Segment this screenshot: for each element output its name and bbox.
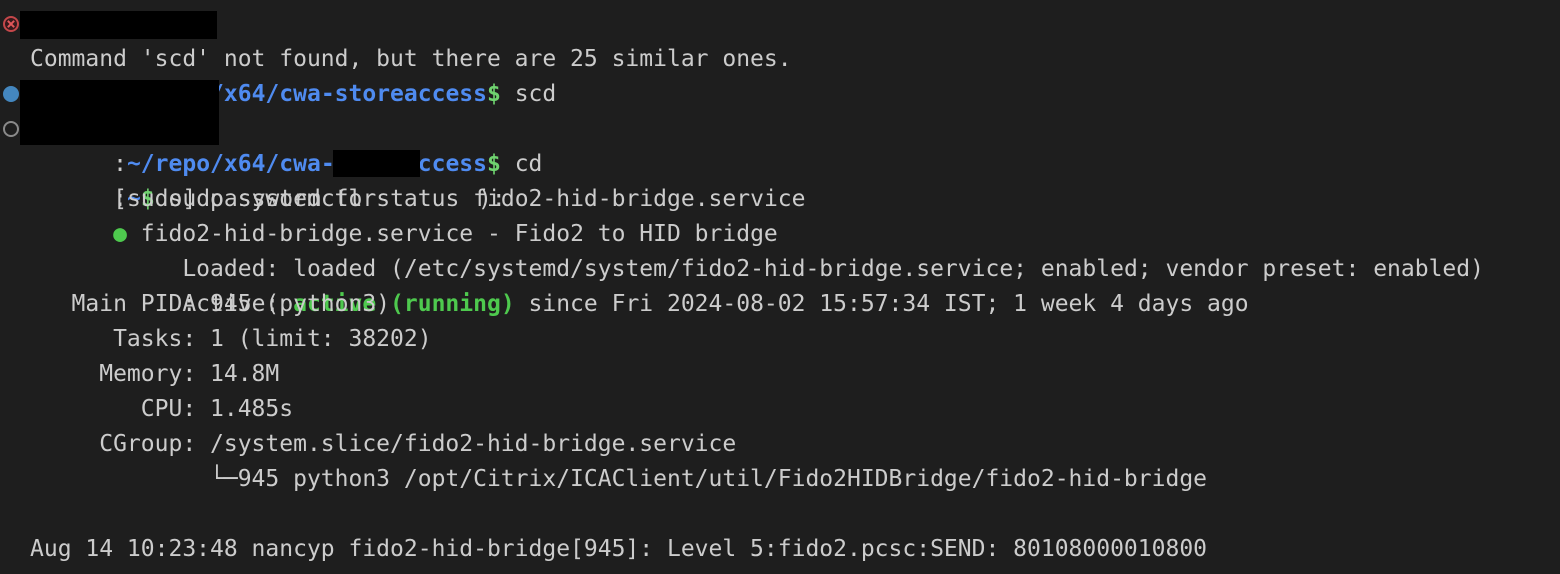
terminal-line-journal-entry: Aug 14 10:23:48 nancyp fido2-hid-bridge[… bbox=[30, 536, 1208, 562]
terminal-window[interactable]: :~/repo/x64/cwa-storeaccess$ scd Command… bbox=[0, 0, 1560, 574]
terminal-line-cgroup: CGroup: /system.slice/fido2-hid-bridge.s… bbox=[30, 431, 737, 457]
terminal-line-loaded: Loaded: loaded (/etc/systemd/system/fido… bbox=[0, 217, 1560, 282]
username-redaction-line-3-4 bbox=[20, 80, 219, 145]
terminal-line-main-pid: Main PID: 945 (python3) bbox=[30, 291, 391, 317]
username-redaction-line-1 bbox=[20, 11, 217, 39]
username-redaction-sudo-prompt bbox=[333, 150, 420, 177]
command-succeeded-icon[interactable] bbox=[3, 86, 19, 102]
terminal-line-prompt-1: :~/repo/x64/cwa-storeaccess$ scd bbox=[0, 7, 1560, 107]
terminal-line-service-headline: ● fido2-hid-bridge.service - Fido2 to HI… bbox=[0, 182, 1560, 247]
terminal-screen: :~/repo/x64/cwa-storeaccess$ scd Command… bbox=[0, 7, 1560, 567]
terminal-line-command-not-found: Command 'scd' not found, but there are 2… bbox=[30, 46, 792, 72]
command-no-exit-code-icon[interactable] bbox=[3, 121, 19, 137]
terminal-line-memory: Memory: 14.8M bbox=[30, 361, 280, 387]
terminal-line-cpu: CPU: 1.485s bbox=[30, 396, 294, 422]
terminal-line-cgroup-process: └─945 python3 /opt/Citrix/ICAClient/util… bbox=[30, 466, 1208, 492]
terminal-line-prompt-2: :~/repo/x64/cwa-storeaccess$ cd bbox=[0, 77, 1560, 177]
terminal-line-active: Active: active (running) since Fri 2024-… bbox=[0, 252, 1560, 317]
terminal-line-tasks: Tasks: 1 (limit: 38202) bbox=[30, 326, 432, 352]
terminal-line-prompt-3: :~$ sudo systemctl status fido2-hid-brid… bbox=[0, 112, 1560, 212]
command-failed-icon[interactable] bbox=[3, 16, 19, 32]
terminal-line-sudo-password: [sudo] password for ): bbox=[0, 147, 1560, 212]
